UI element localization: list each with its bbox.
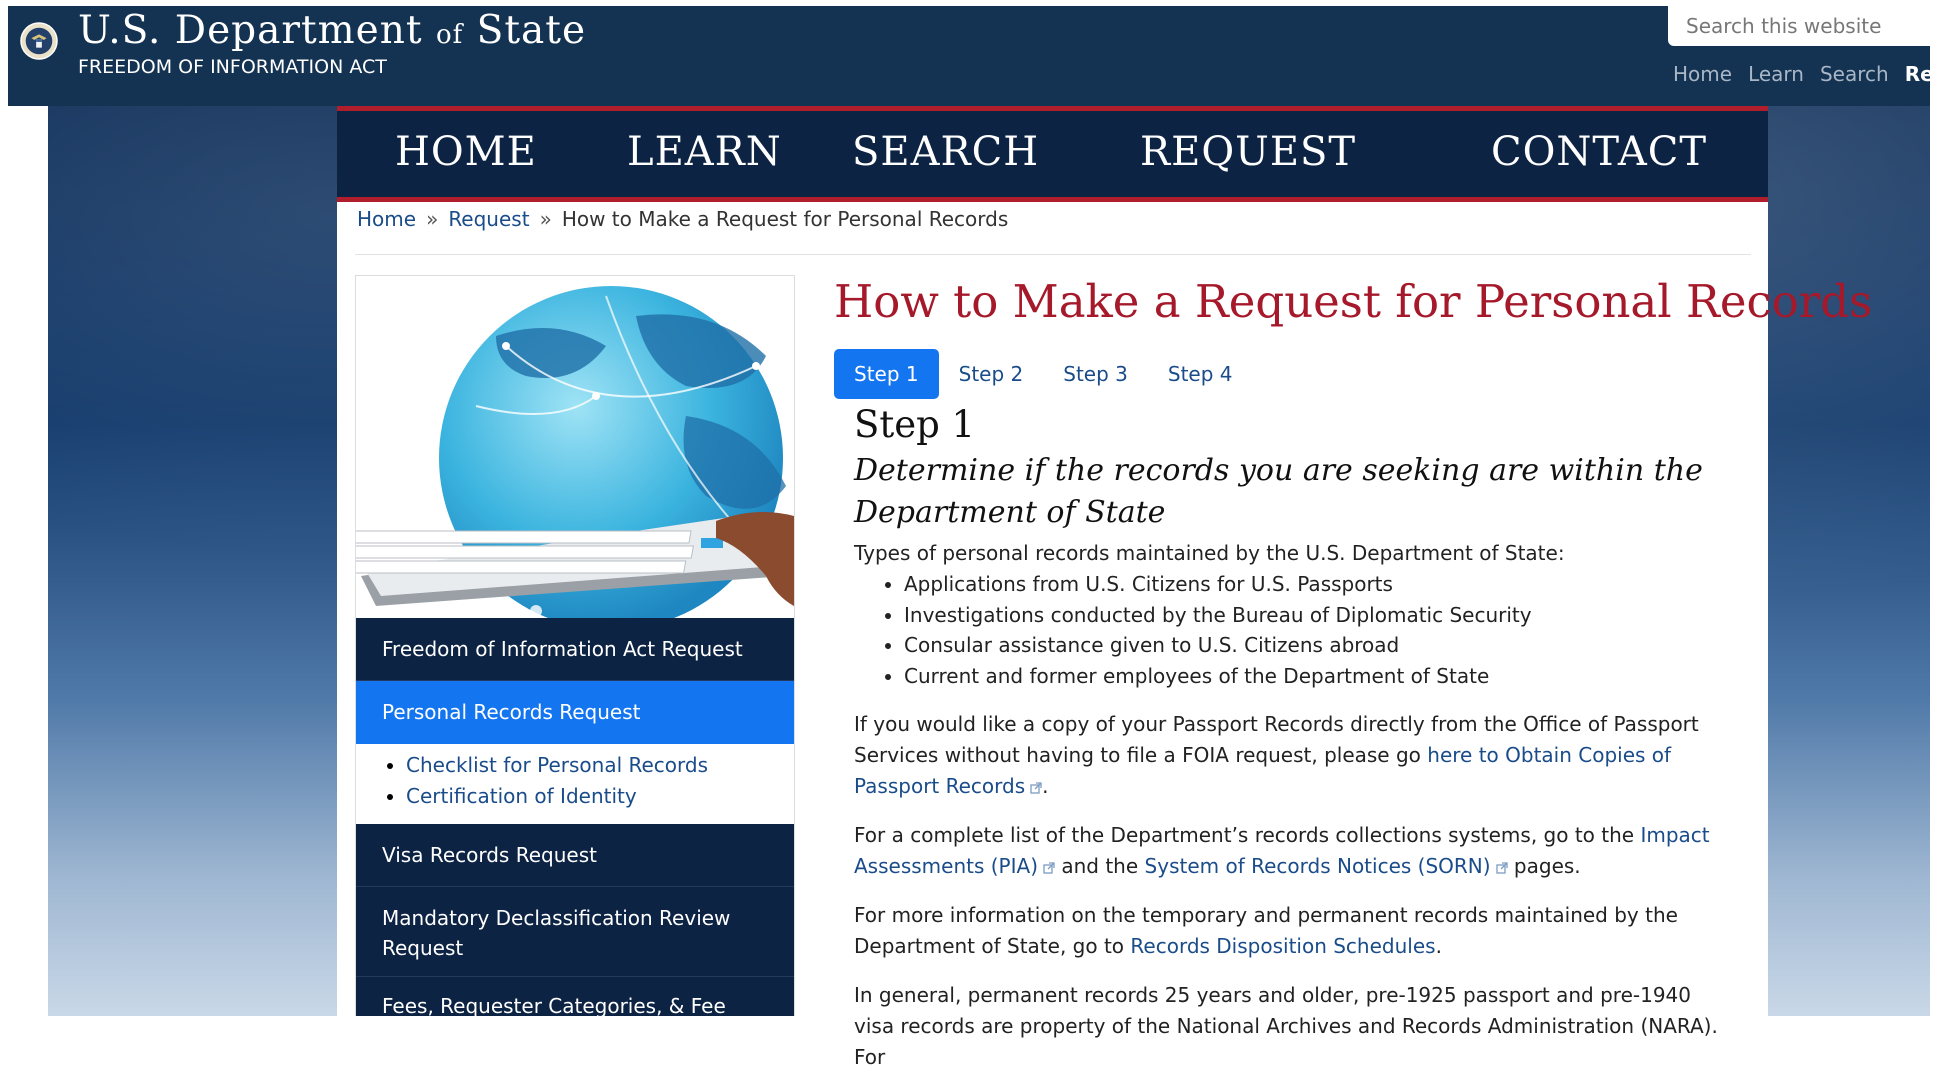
search-input[interactable]: [1668, 6, 1926, 46]
record-types-list: Applications from U.S. Citizens for U.S.…: [854, 569, 1734, 691]
step-content: Step 1 Determine if the records you are …: [854, 403, 1734, 1091]
nav-contact[interactable]: CONTACT: [1491, 129, 1707, 175]
site-header: U.S. Department of State FREEDOM OF INFO…: [8, 6, 1934, 106]
step-heading: Step 1: [854, 403, 976, 446]
site-title[interactable]: U.S. Department of State: [78, 8, 586, 53]
breadcrumb-request[interactable]: Request: [448, 207, 529, 231]
nav-search[interactable]: SEARCH: [852, 129, 1039, 175]
sidebar-item-label: Request: [382, 936, 464, 960]
passport-paragraph: If you would like a copy of your Passpor…: [854, 712, 1699, 798]
external-link-icon: [1043, 861, 1055, 874]
breadcrumb-current: How to Make a Request for Personal Recor…: [561, 207, 1009, 231]
nav-home[interactable]: HOME: [395, 129, 537, 175]
list-item: Current and former employees of the Depa…: [904, 661, 1734, 692]
globe-keyboard-illustration: [356, 286, 794, 618]
tab-step-1[interactable]: Step 1: [834, 349, 939, 399]
search-box: [1668, 6, 1930, 46]
sidebar-item-visa-records[interactable]: Visa Records Request: [356, 824, 794, 887]
sidebar-sublist: Checklist for Personal Records Certifica…: [356, 744, 794, 830]
nara-paragraph: In general, permanent records 25 years a…: [854, 983, 1718, 1069]
list-item: Checklist for Personal Records: [406, 750, 794, 781]
sorn-link[interactable]: System of Records Notices (SORN): [1145, 854, 1491, 878]
external-link-icon: [1495, 861, 1508, 874]
util-nav-home[interactable]: Home: [1673, 62, 1732, 86]
sidebar-item-personal-records[interactable]: Personal Records Request: [356, 681, 794, 744]
records-collections-paragraph: For a complete list of the Department’s …: [854, 823, 1710, 878]
breadcrumb-home[interactable]: Home: [357, 207, 416, 231]
state-department-seal-icon[interactable]: [20, 22, 58, 60]
nav-request[interactable]: REQUEST: [1140, 129, 1356, 175]
disposition-paragraph: For more information on the temporary an…: [854, 903, 1678, 958]
hero-image: [356, 276, 794, 618]
breadcrumb-divider: [355, 254, 1751, 255]
util-nav-request[interactable]: Re: [1905, 62, 1934, 86]
main-nav: HOME LEARN SEARCH REQUEST CONTACT: [337, 106, 1768, 202]
list-item: Certification of Identity: [406, 781, 794, 812]
breadcrumb-separator: »: [539, 207, 552, 231]
tab-step-3[interactable]: Step 3: [1043, 349, 1148, 399]
content-panel: Home » Request » How to Make a Request for P…: [337, 202, 1872, 1069]
util-nav-learn[interactable]: Learn: [1748, 62, 1804, 86]
sidebar: Freedom of Information Act Request Perso…: [355, 275, 795, 1016]
nav-learn[interactable]: LEARN: [627, 129, 782, 175]
certification-link[interactable]: Certification of Identity: [406, 784, 637, 808]
list-item: Consular assistance given to U.S. Citize…: [904, 630, 1734, 661]
list-item: Applications from U.S. Citizens for U.S.…: [904, 569, 1734, 600]
site-subtitle: FREEDOM OF INFORMATION ACT: [78, 56, 387, 78]
step-tabs: Step 1 Step 2 Step 3 Step 4: [834, 349, 1253, 399]
sidebar-item-mandatory-declassification[interactable]: Mandatory Declassification Review Reques…: [356, 887, 794, 977]
intro-text: Types of personal records maintained by …: [854, 541, 1565, 565]
list-item: Investigations conducted by the Bureau o…: [904, 600, 1734, 631]
records-disposition-link[interactable]: Records Disposition Schedules: [1130, 934, 1435, 958]
util-nav-search[interactable]: Search: [1820, 62, 1889, 86]
page-title: How to Make a Request for Personal Recor…: [834, 275, 1873, 328]
breadcrumb-separator: »: [426, 207, 439, 231]
utility-nav: Home Learn Search Re: [1673, 62, 1934, 90]
step-subheading: Determine if the records you are seeking…: [854, 453, 1703, 530]
sidebar-item-label: Mandatory Declassification Review: [382, 906, 731, 930]
tab-step-4[interactable]: Step 4: [1148, 349, 1253, 399]
external-link-icon: [1030, 781, 1042, 794]
tab-step-2[interactable]: Step 2: [939, 349, 1044, 399]
sidebar-item-foia-request[interactable]: Freedom of Information Act Request: [356, 618, 794, 681]
sidebar-item-fees[interactable]: Fees, Requester Categories, & Fee: [356, 977, 794, 1016]
checklist-link[interactable]: Checklist for Personal Records: [406, 753, 708, 777]
breadcrumb: Home » Request » How to Make a Request for P…: [357, 202, 1008, 236]
